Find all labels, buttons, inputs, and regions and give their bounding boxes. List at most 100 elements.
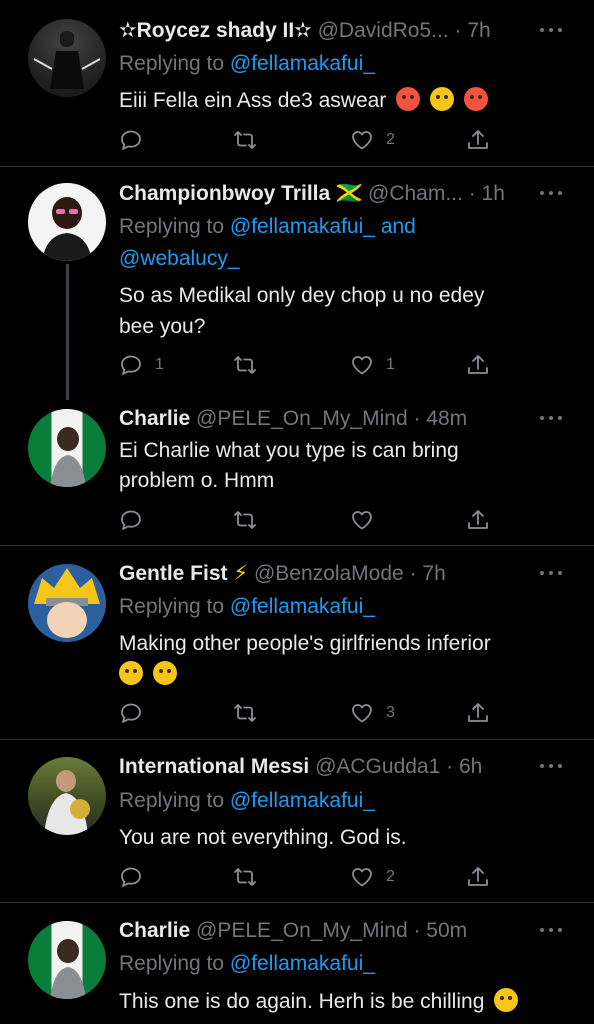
like-icon	[350, 701, 374, 725]
share-button[interactable]	[466, 505, 490, 535]
share-icon	[466, 353, 490, 377]
retweet-button[interactable]	[233, 505, 269, 535]
like-button[interactable]: 3	[350, 698, 395, 728]
reply-icon	[119, 353, 143, 377]
avatar[interactable]	[28, 564, 106, 642]
mention-link[interactable]: @webalucy_	[119, 247, 240, 270]
avatar[interactable]	[28, 183, 106, 261]
replying-prefix: Replying to	[119, 52, 225, 75]
like-button[interactable]: 2	[350, 862, 395, 892]
share-button[interactable]	[466, 862, 490, 892]
avatar[interactable]	[28, 921, 106, 999]
like-count: 2	[386, 131, 395, 148]
share-icon	[466, 701, 490, 725]
timestamp[interactable]: · 50m	[413, 919, 467, 942]
lightning-icon: ⚡	[233, 562, 249, 585]
handle[interactable]: @Cham...	[368, 182, 463, 205]
like-button[interactable]: 1	[350, 350, 395, 380]
retweet-icon	[233, 701, 257, 725]
tweet-text: So as Medikal only dey chop u no edey	[119, 284, 485, 307]
retweet-icon	[233, 128, 257, 152]
handle[interactable]: @ACGudda1	[315, 755, 440, 778]
retweet-button[interactable]	[233, 698, 269, 728]
reply-count: 1	[155, 356, 164, 373]
more-icon[interactable]	[540, 920, 566, 940]
avatar[interactable]	[28, 757, 106, 835]
share-icon	[466, 508, 490, 532]
hot-face-icon	[396, 87, 421, 111]
mention-link[interactable]: @fellamakafui_	[230, 52, 375, 75]
crying-face-icon	[152, 661, 177, 685]
crying-face-icon	[430, 87, 454, 111]
retweet-icon	[233, 508, 257, 532]
timestamp[interactable]: · 1h	[469, 182, 505, 205]
timestamp[interactable]: · 6h	[446, 755, 482, 778]
more-icon[interactable]	[540, 756, 566, 776]
laughing-face-icon	[494, 988, 519, 1012]
tweet-text: bee you?	[119, 315, 206, 338]
display-name[interactable]: Charlie	[119, 407, 190, 430]
tweet-text: Ei Charlie what you type is can bring	[119, 439, 459, 462]
reply-icon	[119, 865, 143, 889]
tweet-1[interactable]: ✫Roycez shady II✫ @DavidRo5... · 7h Repl…	[0, 0, 594, 166]
display-name[interactable]: ✫Roycez shady II✫	[119, 19, 312, 42]
retweet-icon	[233, 865, 257, 889]
share-icon	[466, 128, 490, 152]
mention-link[interactable]: @fellamakafui_	[230, 789, 375, 812]
share-button[interactable]	[466, 350, 490, 380]
mention-link[interactable]: @fellamakafui_	[230, 215, 375, 238]
share-button[interactable]	[466, 698, 490, 728]
avatar[interactable]	[28, 409, 106, 487]
reply-button[interactable]	[119, 862, 155, 892]
crying-face-icon	[119, 661, 143, 685]
reply-icon	[119, 508, 143, 532]
mention-link[interactable]: @fellamakafui_	[230, 595, 375, 618]
timestamp[interactable]: · 7h	[410, 562, 446, 585]
display-name[interactable]: Championbwoy Trilla 🇯🇲	[119, 182, 362, 205]
more-icon[interactable]	[540, 563, 566, 583]
like-count: 1	[386, 356, 395, 373]
more-icon[interactable]	[540, 20, 566, 40]
display-name[interactable]: Charlie	[119, 919, 190, 942]
avatar[interactable]	[28, 19, 106, 97]
handle[interactable]: @DavidRo5...	[318, 19, 449, 42]
tweet-text: Eiii Fella ein Ass de3 aswear	[119, 85, 488, 116]
retweet-button[interactable]	[233, 350, 269, 380]
hot-face-icon	[463, 87, 488, 111]
timestamp[interactable]: · 7h	[455, 19, 491, 42]
like-button[interactable]: 2	[350, 125, 395, 155]
mention-link[interactable]: @fellamakafui_	[230, 952, 375, 975]
more-icon[interactable]	[540, 408, 566, 428]
reply-button[interactable]	[119, 698, 155, 728]
retweet-button[interactable]	[233, 125, 269, 155]
handle[interactable]: @PELE_On_My_Mind	[196, 919, 408, 942]
tweet-text: This one is do again. Herh is be chillin…	[119, 986, 519, 1017]
reply-icon	[119, 128, 143, 152]
tweet-4[interactable]: Gentle Fist ⚡ @BenzolaMode · 7h Replying…	[0, 546, 594, 739]
tweet-text: problem o. Hmm	[119, 469, 275, 492]
retweet-button[interactable]	[233, 862, 269, 892]
display-name[interactable]: Gentle Fist	[119, 562, 228, 585]
display-name[interactable]: International Messi	[119, 755, 309, 778]
like-icon	[350, 128, 374, 152]
tweet-6[interactable]: Charlie @PELE_On_My_Mind · 50m Replying …	[0, 903, 594, 1024]
replying-to: Replying to @fellamakafui_	[119, 48, 375, 79]
more-icon[interactable]	[540, 183, 566, 203]
timestamp[interactable]: · 48m	[413, 407, 467, 430]
reply-button[interactable]: 1	[119, 350, 164, 380]
tweet-5[interactable]: International Messi @ACGudda1 · 6h Reply…	[0, 740, 594, 902]
tweet-text: Making other people's girlfriends inferi…	[119, 632, 491, 655]
share-button[interactable]	[466, 125, 490, 155]
like-count: 3	[386, 704, 395, 721]
tweet-2[interactable]: Championbwoy Trilla 🇯🇲 @Cham... · 1h Rep…	[0, 167, 594, 545]
like-button[interactable]	[350, 505, 386, 535]
like-count: 2	[386, 868, 395, 885]
reply-button[interactable]	[119, 505, 155, 535]
reply-button[interactable]	[119, 125, 155, 155]
like-icon	[350, 865, 374, 889]
handle[interactable]: @BenzolaMode	[254, 562, 404, 585]
handle[interactable]: @PELE_On_My_Mind	[196, 407, 408, 430]
share-icon	[466, 865, 490, 889]
retweet-icon	[233, 353, 257, 377]
replying-to: Replying to @fellamakafui_	[119, 789, 375, 812]
